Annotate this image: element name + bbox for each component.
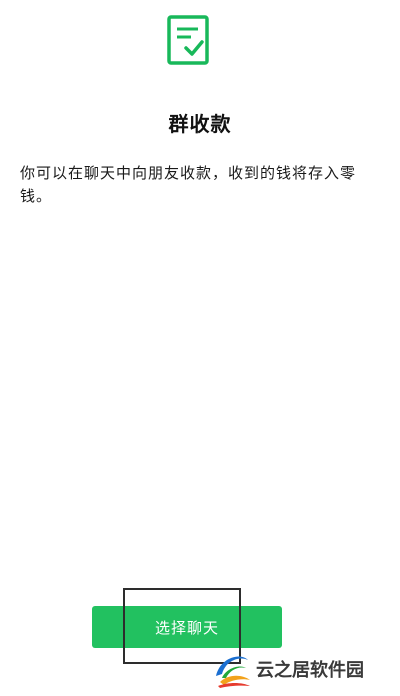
page-title: 群收款 xyxy=(168,112,232,136)
description-text: 你可以在聊天中向朋友收款，收到的钱将存入零钱。 xyxy=(20,164,357,205)
select-chat-button[interactable]: 选择聊天 xyxy=(92,606,282,648)
watermark: 云之居软件园 xyxy=(210,648,398,690)
receipt-check-icon-graphic xyxy=(167,15,209,65)
yunzhiju-logo xyxy=(216,656,250,688)
receipt-check-icon xyxy=(165,14,213,66)
watermark-text: 云之居软件园 xyxy=(256,660,364,681)
